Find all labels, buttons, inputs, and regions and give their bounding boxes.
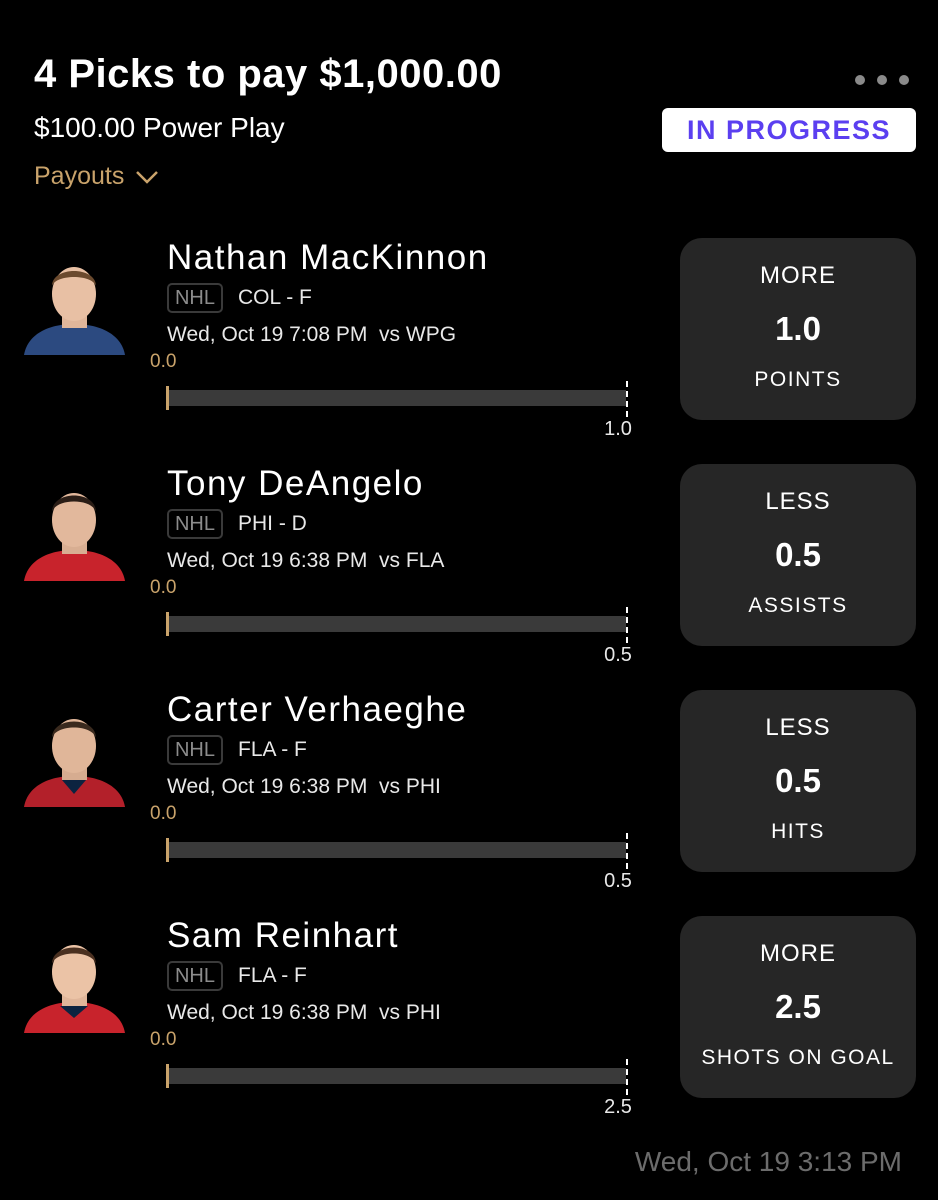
league-badge: NHL: [167, 735, 223, 765]
projection-card[interactable]: LESS 0.5 HITS: [680, 690, 916, 872]
progress-target-value: 0.5: [604, 870, 632, 892]
league-badge: NHL: [167, 283, 223, 313]
league-badge: NHL: [167, 509, 223, 539]
progress-bar: [166, 381, 628, 417]
chevron-down-icon: [136, 170, 159, 184]
progress-current-value: 0.0: [150, 803, 177, 824]
target-marker: [626, 1059, 628, 1095]
entry-title: 4 Picks to pay $1,000.00: [34, 52, 502, 96]
pick-direction: LESS: [765, 714, 831, 741]
target-marker: [626, 381, 628, 417]
projection-line: 0.5: [775, 762, 821, 799]
stat-type: HITS: [771, 820, 825, 843]
pick-direction: MORE: [760, 940, 836, 967]
pick-row: Nathan MacKinnon NHL COL - F Wed, Oct 19…: [0, 238, 938, 448]
progress-bar: [166, 833, 628, 869]
progress-target-value: 2.5: [604, 1096, 632, 1118]
progress-bar: [166, 607, 628, 643]
target-marker: [626, 607, 628, 643]
jersey-shape: [24, 324, 125, 355]
stat-type: SHOTS ON GOAL: [701, 1046, 895, 1069]
player-avatar: [22, 250, 127, 355]
screenshot-timestamp: Wed, Oct 19 3:13 PM: [634, 1146, 902, 1177]
pick-direction: LESS: [765, 488, 831, 515]
team-position: PHI - D: [238, 512, 307, 535]
progress-current-value: 0.0: [150, 577, 177, 598]
pick-row: Sam Reinhart NHL FLA - F Wed, Oct 19 6:3…: [0, 916, 938, 1126]
projection-line: 2.5: [775, 988, 821, 1025]
pick-direction: MORE: [760, 262, 836, 289]
pick-row: Tony DeAngelo NHL PHI - D Wed, Oct 19 6:…: [0, 464, 938, 674]
more-options-icon[interactable]: [846, 66, 918, 94]
team-position: FLA - F: [238, 964, 307, 987]
player-avatar: [22, 702, 127, 807]
status-badge: IN PROGRESS: [662, 108, 916, 152]
player-name: Sam Reinhart: [167, 916, 399, 955]
team-position: FLA - F: [238, 738, 307, 761]
target-marker: [626, 833, 628, 869]
progress-bar: [166, 1059, 628, 1095]
game-info: Wed, Oct 19 6:38 PM vs FLA: [167, 549, 445, 572]
projection-line: 0.5: [775, 536, 821, 573]
entry-subtitle: $100.00 Power Play: [34, 112, 285, 143]
team-position: COL - F: [238, 286, 312, 309]
payouts-toggle[interactable]: Payouts: [34, 162, 160, 191]
player-avatar: [22, 476, 127, 581]
stat-type: ASSISTS: [748, 594, 848, 617]
jersey-shape: [24, 550, 125, 581]
player-avatar: [22, 928, 127, 1033]
player-name: Nathan MacKinnon: [167, 238, 489, 277]
game-info: Wed, Oct 19 6:38 PM vs PHI: [167, 775, 441, 798]
league-badge: NHL: [167, 961, 223, 991]
game-info: Wed, Oct 19 6:38 PM vs PHI: [167, 1001, 441, 1024]
stat-type: POINTS: [754, 368, 842, 391]
player-name: Carter Verhaeghe: [167, 690, 468, 729]
progress-target-value: 0.5: [604, 644, 632, 666]
payouts-label: Payouts: [34, 162, 125, 190]
projection-line: 1.0: [775, 310, 821, 347]
projection-card[interactable]: LESS 0.5 ASSISTS: [680, 464, 916, 646]
projection-card[interactable]: MORE 2.5 SHOTS ON GOAL: [680, 916, 916, 1098]
pick-row: Carter Verhaeghe NHL FLA - F Wed, Oct 19…: [0, 690, 938, 900]
player-name: Tony DeAngelo: [167, 464, 424, 503]
game-info: Wed, Oct 19 7:08 PM vs WPG: [167, 323, 457, 346]
progress-target-value: 1.0: [604, 418, 632, 440]
progress-current-value: 0.0: [150, 1029, 177, 1050]
progress-current-value: 0.0: [150, 351, 177, 372]
projection-card[interactable]: MORE 1.0 POINTS: [680, 238, 916, 420]
